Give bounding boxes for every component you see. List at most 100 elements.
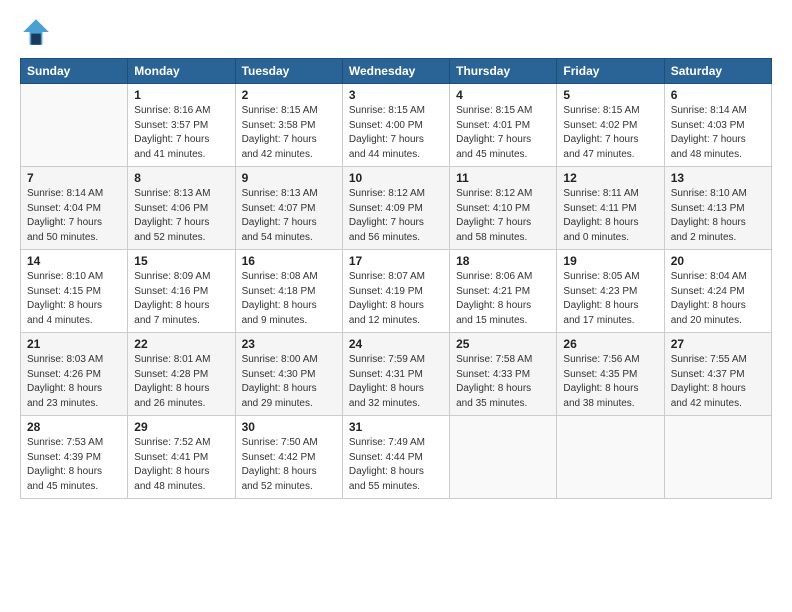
calendar-cell: 11 Sunrise: 8:12 AM Sunset: 4:10 PM Dayli…	[450, 167, 557, 250]
day-info: Sunrise: 7:49 AM Sunset: 4:44 PM Dayligh…	[349, 436, 443, 494]
day-info: Sunrise: 8:07 AM Sunset: 4:19 PM Dayligh…	[349, 270, 443, 328]
day-info: Sunrise: 8:12 AM Sunset: 4:10 PM Dayligh…	[456, 187, 550, 245]
calendar-cell	[21, 84, 128, 167]
calendar-week-1: 1 Sunrise: 8:16 AM Sunset: 3:57 PM Daylig…	[21, 84, 772, 167]
calendar-cell: 20 Sunrise: 8:04 AM Sunset: 4:24 PM Dayli…	[664, 250, 771, 333]
calendar-cell: 13 Sunrise: 8:10 AM Sunset: 4:13 PM Dayli…	[664, 167, 771, 250]
day-number: 10	[349, 171, 443, 185]
day-number: 22	[134, 337, 228, 351]
day-info: Sunrise: 7:58 AM Sunset: 4:33 PM Dayligh…	[456, 353, 550, 411]
logo	[20, 16, 56, 48]
day-info: Sunrise: 8:09 AM Sunset: 4:16 PM Dayligh…	[134, 270, 228, 328]
day-number: 3	[349, 88, 443, 102]
day-info: Sunrise: 8:16 AM Sunset: 3:57 PM Dayligh…	[134, 104, 228, 162]
calendar-cell: 3 Sunrise: 8:15 AM Sunset: 4:00 PM Daylig…	[342, 84, 449, 167]
day-info: Sunrise: 8:14 AM Sunset: 4:03 PM Dayligh…	[671, 104, 765, 162]
calendar-cell: 27 Sunrise: 7:55 AM Sunset: 4:37 PM Dayli…	[664, 333, 771, 416]
day-info: Sunrise: 7:55 AM Sunset: 4:37 PM Dayligh…	[671, 353, 765, 411]
calendar-cell: 29 Sunrise: 7:52 AM Sunset: 4:41 PM Dayli…	[128, 416, 235, 499]
day-info: Sunrise: 8:10 AM Sunset: 4:13 PM Dayligh…	[671, 187, 765, 245]
day-number: 18	[456, 254, 550, 268]
day-info: Sunrise: 8:13 AM Sunset: 4:07 PM Dayligh…	[242, 187, 336, 245]
day-number: 30	[242, 420, 336, 434]
day-number: 20	[671, 254, 765, 268]
calendar-cell: 24 Sunrise: 7:59 AM Sunset: 4:31 PM Dayli…	[342, 333, 449, 416]
calendar-cell: 6 Sunrise: 8:14 AM Sunset: 4:03 PM Daylig…	[664, 84, 771, 167]
day-info: Sunrise: 7:56 AM Sunset: 4:35 PM Dayligh…	[563, 353, 657, 411]
day-number: 13	[671, 171, 765, 185]
calendar-cell: 8Sunrise: 8:13 AM Sunset: 4:06 PM Daylig…	[128, 167, 235, 250]
day-number: 21	[27, 337, 121, 351]
weekday-saturday: Saturday	[664, 59, 771, 84]
day-number: 27	[671, 337, 765, 351]
weekday-friday: Friday	[557, 59, 664, 84]
calendar-cell: 25 Sunrise: 7:58 AM Sunset: 4:33 PM Dayli…	[450, 333, 557, 416]
calendar-cell: 15Sunrise: 8:09 AM Sunset: 4:16 PM Dayli…	[128, 250, 235, 333]
day-info: Sunrise: 8:14 AM Sunset: 4:04 PM Dayligh…	[27, 187, 121, 245]
day-number: 1	[134, 88, 228, 102]
day-number: 23	[242, 337, 336, 351]
day-info: Sunrise: 8:11 AM Sunset: 4:11 PM Dayligh…	[563, 187, 657, 245]
calendar-week-2: 7 Sunrise: 8:14 AM Sunset: 4:04 PM Daylig…	[21, 167, 772, 250]
day-number: 4	[456, 88, 550, 102]
calendar-cell: 23Sunrise: 8:00 AM Sunset: 4:30 PM Dayli…	[235, 333, 342, 416]
day-number: 14	[27, 254, 121, 268]
day-number: 25	[456, 337, 550, 351]
calendar-cell: 18 Sunrise: 8:06 AM Sunset: 4:21 PM Dayli…	[450, 250, 557, 333]
calendar-cell: 22 Sunrise: 8:01 AM Sunset: 4:28 PM Dayli…	[128, 333, 235, 416]
day-info: Sunrise: 8:06 AM Sunset: 4:21 PM Dayligh…	[456, 270, 550, 328]
logo-icon	[20, 16, 52, 48]
day-info: Sunrise: 8:15 AM Sunset: 4:01 PM Dayligh…	[456, 104, 550, 162]
calendar-cell: 7 Sunrise: 8:14 AM Sunset: 4:04 PM Daylig…	[21, 167, 128, 250]
calendar-body: 1 Sunrise: 8:16 AM Sunset: 3:57 PM Daylig…	[21, 84, 772, 499]
day-number: 31	[349, 420, 443, 434]
day-number: 19	[563, 254, 657, 268]
calendar-cell	[450, 416, 557, 499]
calendar-cell	[664, 416, 771, 499]
day-info: Sunrise: 8:05 AM Sunset: 4:23 PM Dayligh…	[563, 270, 657, 328]
header	[20, 16, 772, 48]
calendar-cell: 10 Sunrise: 8:12 AM Sunset: 4:09 PM Dayli…	[342, 167, 449, 250]
calendar-cell: 1 Sunrise: 8:16 AM Sunset: 3:57 PM Daylig…	[128, 84, 235, 167]
calendar-cell: 9 Sunrise: 8:13 AM Sunset: 4:07 PM Daylig…	[235, 167, 342, 250]
day-number: 28	[27, 420, 121, 434]
day-info: Sunrise: 8:15 AM Sunset: 4:00 PM Dayligh…	[349, 104, 443, 162]
calendar-cell: 4 Sunrise: 8:15 AM Sunset: 4:01 PM Daylig…	[450, 84, 557, 167]
calendar-cell: 5 Sunrise: 8:15 AM Sunset: 4:02 PM Daylig…	[557, 84, 664, 167]
day-number: 16	[242, 254, 336, 268]
calendar-cell: 28 Sunrise: 7:53 AM Sunset: 4:39 PM Dayli…	[21, 416, 128, 499]
day-info: Sunrise: 8:01 AM Sunset: 4:28 PM Dayligh…	[134, 353, 228, 411]
day-info: Sunrise: 8:15 AM Sunset: 4:02 PM Dayligh…	[563, 104, 657, 162]
day-number: 11	[456, 171, 550, 185]
day-number: 26	[563, 337, 657, 351]
day-number: 9	[242, 171, 336, 185]
calendar-cell: 31 Sunrise: 7:49 AM Sunset: 4:44 PM Dayli…	[342, 416, 449, 499]
day-number: 7	[27, 171, 121, 185]
day-number: 29	[134, 420, 228, 434]
weekday-sunday: Sunday	[21, 59, 128, 84]
calendar-cell: 17 Sunrise: 8:07 AM Sunset: 4:19 PM Dayli…	[342, 250, 449, 333]
calendar-cell	[557, 416, 664, 499]
day-number: 12	[563, 171, 657, 185]
day-info: Sunrise: 8:15 AM Sunset: 3:58 PM Dayligh…	[242, 104, 336, 162]
calendar-cell: 21 Sunrise: 8:03 AM Sunset: 4:26 PM Dayli…	[21, 333, 128, 416]
day-info: Sunrise: 8:04 AM Sunset: 4:24 PM Dayligh…	[671, 270, 765, 328]
calendar-week-3: 14 Sunrise: 8:10 AM Sunset: 4:15 PM Dayli…	[21, 250, 772, 333]
day-info: Sunrise: 7:59 AM Sunset: 4:31 PM Dayligh…	[349, 353, 443, 411]
day-info: Sunrise: 7:52 AM Sunset: 4:41 PM Dayligh…	[134, 436, 228, 494]
day-number: 24	[349, 337, 443, 351]
day-info: Sunrise: 7:50 AM Sunset: 4:42 PM Dayligh…	[242, 436, 336, 494]
day-info: Sunrise: 7:53 AM Sunset: 4:39 PM Dayligh…	[27, 436, 121, 494]
day-info: Sunrise: 8:03 AM Sunset: 4:26 PM Dayligh…	[27, 353, 121, 411]
day-info: Sunrise: 8:12 AM Sunset: 4:09 PM Dayligh…	[349, 187, 443, 245]
day-number: 17	[349, 254, 443, 268]
day-info: Sunrise: 8:08 AM Sunset: 4:18 PM Dayligh…	[242, 270, 336, 328]
calendar-table: SundayMondayTuesdayWednesdayThursdayFrid…	[20, 58, 772, 499]
day-info: Sunrise: 8:13 AM Sunset: 4:06 PM Dayligh…	[134, 187, 228, 245]
day-number: 5	[563, 88, 657, 102]
day-info: Sunrise: 8:10 AM Sunset: 4:15 PM Dayligh…	[27, 270, 121, 328]
weekday-thursday: Thursday	[450, 59, 557, 84]
calendar-week-5: 28 Sunrise: 7:53 AM Sunset: 4:39 PM Dayli…	[21, 416, 772, 499]
day-number: 6	[671, 88, 765, 102]
calendar-cell: 2Sunrise: 8:15 AM Sunset: 3:58 PM Daylig…	[235, 84, 342, 167]
